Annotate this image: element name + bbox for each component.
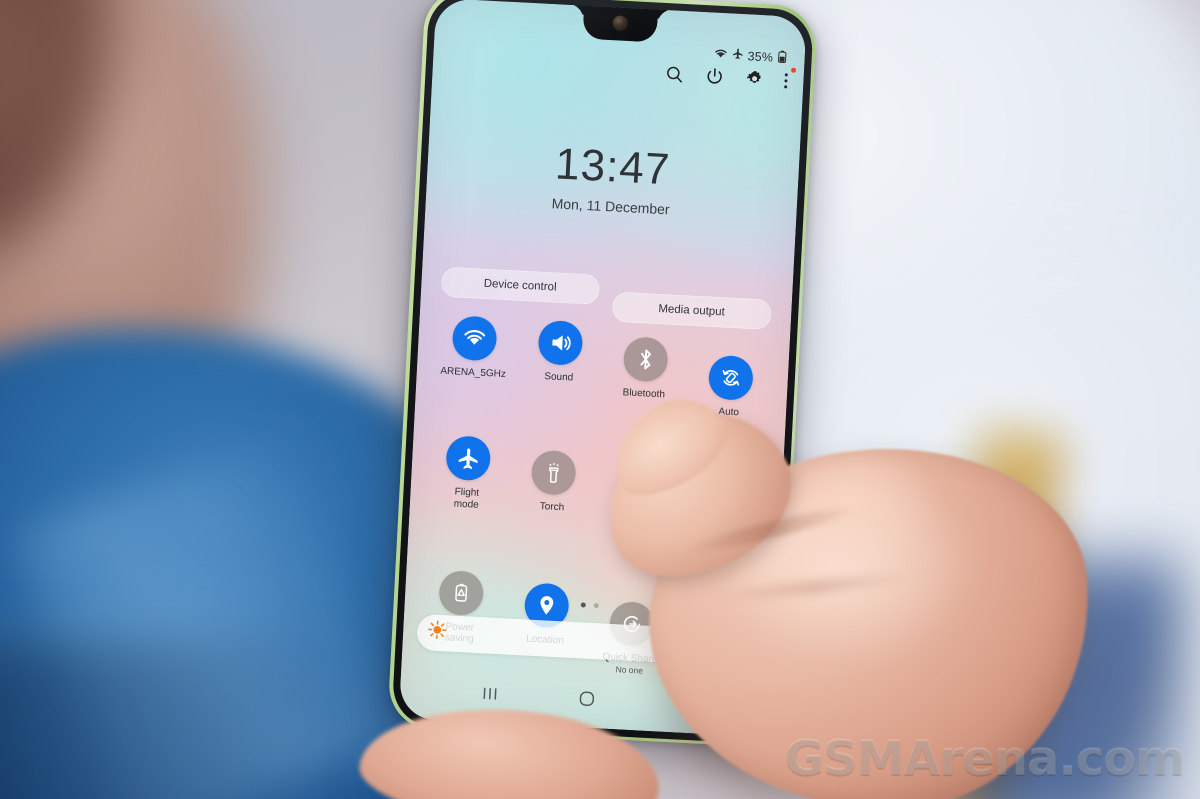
navigation-bar [399, 678, 771, 722]
battery-percent-text: 35% [747, 48, 774, 65]
front-camera-icon [612, 14, 629, 31]
quick-settings-header [664, 63, 797, 90]
display-notch [582, 4, 659, 42]
tile-label: Bluetooth [622, 386, 666, 400]
sound-icon [537, 319, 584, 366]
tile-label: Mobile Hotspot [703, 539, 739, 565]
search-icon[interactable] [664, 63, 685, 84]
mobile-data-icon [615, 468, 662, 515]
wifi-icon [451, 314, 499, 362]
tile-torch[interactable]: Torch [507, 449, 598, 558]
clock-time: 13:47 [554, 138, 672, 194]
tile-sublabel: No one [615, 664, 644, 677]
tile-wifi[interactable]: ARENA_5GHz [428, 314, 519, 419]
tile-auto-rotate[interactable]: Auto rotate [685, 353, 775, 432]
phone-screen: 35% 13:47 Mon, 11 December Device contro… [398, 0, 807, 737]
settings-icon[interactable] [744, 68, 765, 89]
tile-bluetooth[interactable]: Bluetooth [599, 335, 689, 428]
tile-label: Flight mode [453, 486, 480, 511]
page-dot-2[interactable] [593, 602, 599, 608]
brightness-sun-icon [426, 619, 447, 645]
home-icon[interactable] [576, 688, 597, 714]
power-icon[interactable] [704, 66, 725, 87]
tile-label: Mobile data [621, 519, 652, 544]
clock-widget: 13:47 Mon, 11 December [425, 135, 799, 223]
tile-label: Torch [539, 501, 565, 514]
tile-label: Nearby Share [683, 667, 747, 682]
page-dot-1[interactable] [580, 601, 586, 608]
hotspot-icon [700, 488, 747, 535]
more-options-icon[interactable] [783, 67, 797, 90]
phone-bezel: 35% 13:47 Mon, 11 December Device contro… [390, 0, 814, 745]
tile-label: Auto rotate [715, 405, 742, 430]
phone-frame: 35% 13:47 Mon, 11 December Device contro… [387, 0, 818, 748]
battery-icon [777, 49, 787, 65]
tile-mobile-data[interactable]: Mobile data [592, 467, 682, 562]
tile-mobile-hotspot[interactable]: Mobile Hotspot [678, 488, 768, 567]
torch-icon [530, 449, 577, 496]
brightness-more-options-icon[interactable] [744, 639, 750, 657]
shirt-shadow [0, 640, 360, 799]
wifi-icon [713, 47, 728, 62]
bluetooth-icon [622, 335, 669, 382]
recents-icon[interactable] [479, 685, 502, 707]
watermark: GSMArena.com [784, 731, 1185, 787]
status-bar: 35% [713, 46, 786, 66]
power-saving-icon [438, 569, 485, 616]
smartphone: 35% 13:47 Mon, 11 December Device contro… [369, 0, 830, 782]
tile-flight-mode[interactable]: Flight mode [421, 434, 513, 553]
airplane-icon [731, 47, 744, 63]
tile-label: Sound [544, 370, 574, 384]
notification-dot [790, 67, 797, 73]
back-icon[interactable] [672, 694, 691, 718]
device-control-button[interactable]: Device control [440, 266, 601, 305]
tile-label: ARENA_5GHz [440, 365, 507, 380]
auto-rotate-icon [707, 354, 754, 401]
airplane-icon [445, 435, 492, 482]
tile-sound[interactable]: Sound [514, 318, 605, 423]
